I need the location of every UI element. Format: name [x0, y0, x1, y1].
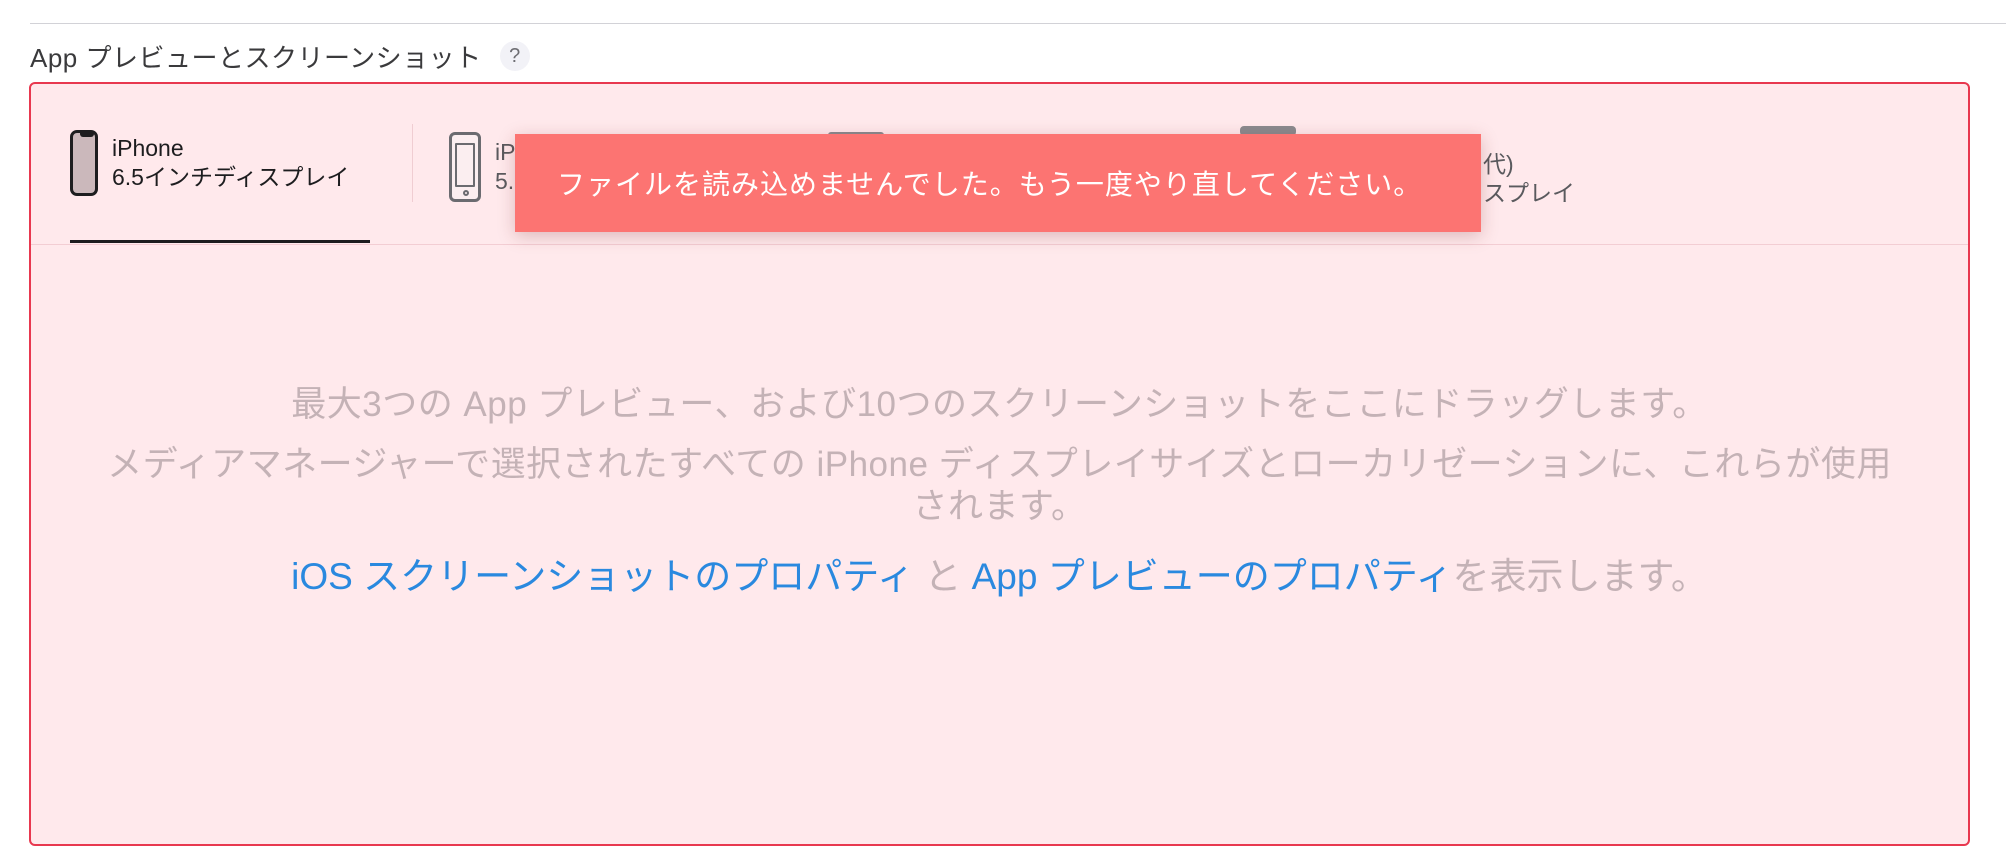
drop-zone-line1: 最大3つの App プレビュー、および10つのスクリーンショットをここにドラッグ… — [291, 385, 1708, 424]
section-title: App プレビューとスクリーンショット — [30, 42, 482, 73]
help-icon[interactable]: ? — [499, 41, 530, 71]
drop-zone-instructions: 最大3つの App プレビュー、および10つのスクリーンショットをここにドラッグ… — [31, 384, 1968, 600]
properties-links-line: iOS スクリーンショットのプロパティ と App プレビューのプロパティを表示… — [31, 554, 1968, 600]
tab-label-line1: iP — [495, 139, 516, 165]
tab-label: iPhone 6.5インチディスプレイ — [112, 134, 349, 192]
tab-label-line1: 代) — [1483, 151, 1514, 177]
tab-label-line2: 6.5インチディスプレイ — [112, 164, 350, 190]
tab-label-line2: スプレイ — [1483, 180, 1575, 206]
tab-iphone-5-5[interactable]: iP 5. — [449, 132, 515, 202]
tab-separator — [412, 124, 413, 202]
tab-iphone-6-5[interactable]: iPhone 6.5インチディスプレイ — [70, 130, 349, 196]
active-tab-underline — [70, 240, 370, 243]
tab-label: iP 5. — [495, 138, 515, 196]
tab-label: 代) スプレイ — [1483, 150, 1575, 208]
ios-screenshot-properties-link[interactable]: iOS スクリーンショットのプロパティ — [291, 556, 914, 597]
connector-text: と — [914, 556, 972, 597]
iphone-home-button-icon — [449, 132, 481, 202]
section-header: App プレビューとスクリーンショット ? — [30, 38, 530, 74]
error-toast: ファイルを読み込めませんでした。もう一度やり直してください。 — [515, 134, 1481, 232]
tab-label-line2: 5. — [495, 168, 515, 194]
iphone-x-icon — [70, 130, 98, 196]
suffix-text: を表示します。 — [1452, 556, 1708, 597]
top-divider — [30, 23, 2006, 24]
tab-label-line1: iPhone — [112, 135, 184, 161]
drop-zone-line2: メディアマネージャーで選択されたすべての iPhone ディスプレイサイズとロー… — [107, 445, 1892, 526]
tab-ipad[interactable]: 代) スプレイ — [1483, 150, 1575, 208]
error-toast-message: ファイルを読み込めませんでした。もう一度やり直してください。 — [557, 169, 1423, 200]
app-preview-properties-link[interactable]: App プレビューのプロパティ — [972, 556, 1453, 597]
